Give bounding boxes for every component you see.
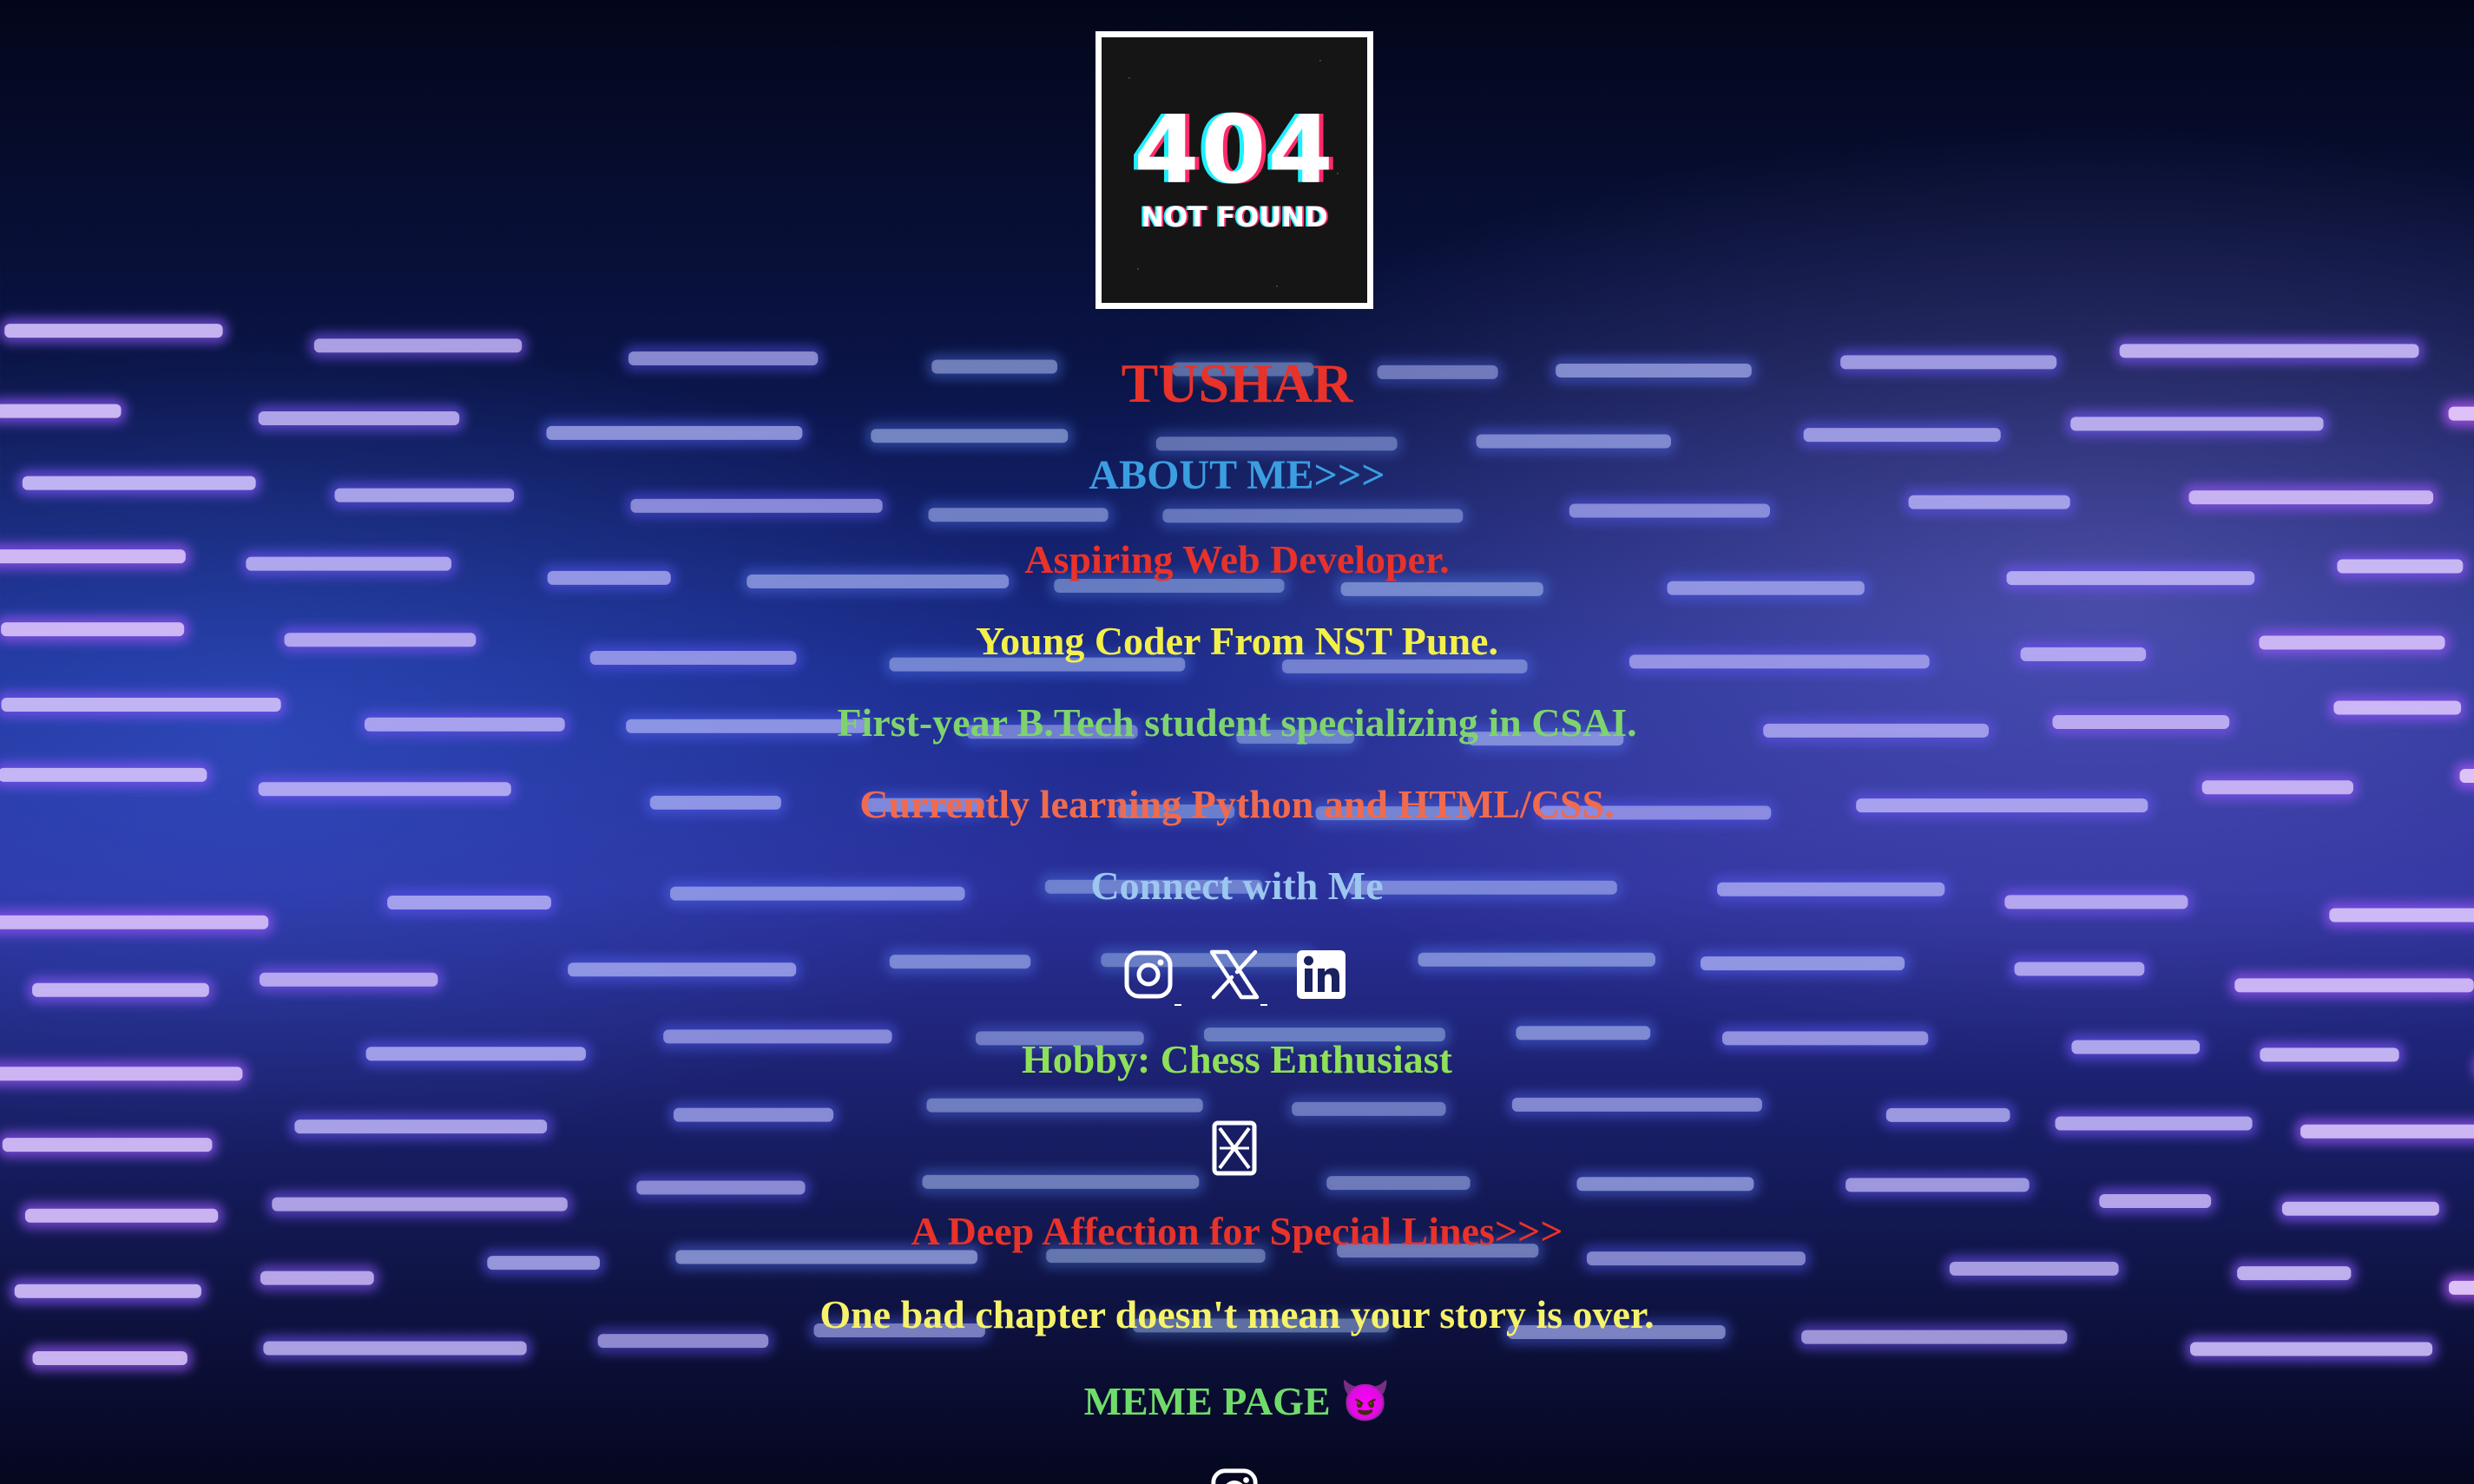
watermark-speck: · bbox=[1275, 280, 1279, 292]
light-streak bbox=[1949, 1261, 2119, 1276]
meme-instagram-link[interactable] bbox=[1209, 1467, 1260, 1484]
light-streak bbox=[2329, 908, 2474, 923]
light-streak bbox=[889, 955, 1031, 969]
meme-page-heading: MEME PAGE 😈 bbox=[0, 1378, 2474, 1425]
profile-logo-404: · · · · · 404 NOT FOUND bbox=[1096, 31, 1373, 309]
logo-404-text: 404 bbox=[1134, 96, 1335, 205]
logo-not-found-text: NOT FOUND bbox=[1141, 200, 1328, 233]
light-streak bbox=[1155, 437, 1398, 451]
connect-heading: Connect with Me bbox=[1090, 863, 1384, 908]
light-streak bbox=[630, 498, 883, 513]
instagram-link[interactable] bbox=[1121, 949, 1181, 1006]
light-streak bbox=[1885, 1107, 2010, 1122]
light-streak bbox=[2, 1138, 213, 1152]
special-lines-heading[interactable]: A Deep Affection for Special Lines>>> bbox=[0, 1208, 2474, 1254]
light-streak bbox=[928, 508, 1109, 522]
light-streak bbox=[871, 429, 1069, 443]
light-streak bbox=[2070, 417, 2324, 431]
about-line-1: Aspiring Web Developer. bbox=[1024, 537, 1450, 581]
light-streak bbox=[1326, 1176, 1471, 1191]
light-streak bbox=[2014, 962, 2145, 976]
about-line-2: Young Coder From NST Pune. bbox=[976, 619, 1498, 663]
light-streak bbox=[1576, 1177, 1754, 1192]
light-streak bbox=[2099, 1193, 2212, 1208]
social-links bbox=[1118, 949, 1361, 1006]
linkedin-icon bbox=[1297, 950, 1346, 999]
light-streak bbox=[1418, 952, 1655, 967]
light-streak bbox=[2234, 978, 2474, 993]
light-streak bbox=[32, 1351, 188, 1366]
light-streak bbox=[636, 1180, 806, 1195]
link-underline bbox=[1260, 1004, 1267, 1006]
about-line-3: First-year B.Tech student specializing i… bbox=[837, 700, 1637, 745]
x-twitter-link[interactable] bbox=[1207, 949, 1267, 1006]
devil-emoji: 😈 bbox=[1340, 1379, 1391, 1423]
light-streak bbox=[922, 1174, 1200, 1189]
light-streak bbox=[546, 425, 803, 440]
light-streak bbox=[1340, 581, 1543, 596]
light-streak bbox=[1667, 581, 1865, 595]
watermark-speck: · bbox=[1319, 55, 1322, 67]
meme-page-label: MEME PAGE bbox=[1083, 1379, 1331, 1423]
profile-name: TUSHAR bbox=[1121, 352, 1353, 414]
chess-piece-icon bbox=[1209, 1120, 1260, 1177]
light-streak bbox=[0, 915, 269, 929]
light-streak bbox=[1476, 434, 1671, 449]
light-streak bbox=[260, 1271, 374, 1285]
light-streak bbox=[1803, 428, 2001, 443]
hobby-text: Hobby: Chess Enthusiast bbox=[1022, 1037, 1452, 1081]
link-underline bbox=[1174, 1004, 1181, 1006]
light-streak bbox=[673, 1107, 834, 1122]
light-streak bbox=[1292, 1101, 1446, 1116]
light-streak bbox=[0, 767, 207, 782]
watermark-speck: · bbox=[1128, 72, 1131, 84]
light-streak bbox=[926, 1098, 1203, 1113]
favorite-quote: One bad chapter doesn't mean your story … bbox=[819, 1292, 1655, 1336]
light-streak bbox=[313, 338, 523, 353]
light-streak bbox=[32, 982, 209, 997]
light-streak bbox=[4, 324, 223, 338]
watermark-speck: · bbox=[1136, 263, 1140, 275]
light-streak bbox=[2055, 1116, 2253, 1131]
light-streak bbox=[2300, 1124, 2474, 1139]
light-streak bbox=[1846, 1178, 2030, 1192]
light-streak bbox=[263, 1341, 527, 1356]
about-me-heading: ABOUT ME>>> bbox=[1089, 452, 1385, 498]
light-streak bbox=[2237, 1266, 2352, 1281]
light-streak bbox=[259, 972, 438, 987]
light-streak bbox=[1700, 956, 1905, 971]
light-streak bbox=[1162, 509, 1464, 523]
instagram-icon bbox=[1124, 950, 1173, 999]
about-line-4: Currently learning Python and HTML/CSS. bbox=[859, 782, 1615, 826]
light-streak bbox=[487, 1256, 600, 1271]
x-twitter-icon bbox=[1209, 949, 1260, 1000]
light-streak bbox=[2190, 1342, 2433, 1356]
light-streak bbox=[568, 962, 797, 977]
instagram-icon bbox=[1211, 1468, 1258, 1484]
light-streak bbox=[1569, 503, 1770, 518]
light-streak bbox=[294, 1120, 548, 1134]
light-streak bbox=[1511, 1097, 1762, 1112]
linkedin-link[interactable] bbox=[1293, 949, 1349, 1004]
